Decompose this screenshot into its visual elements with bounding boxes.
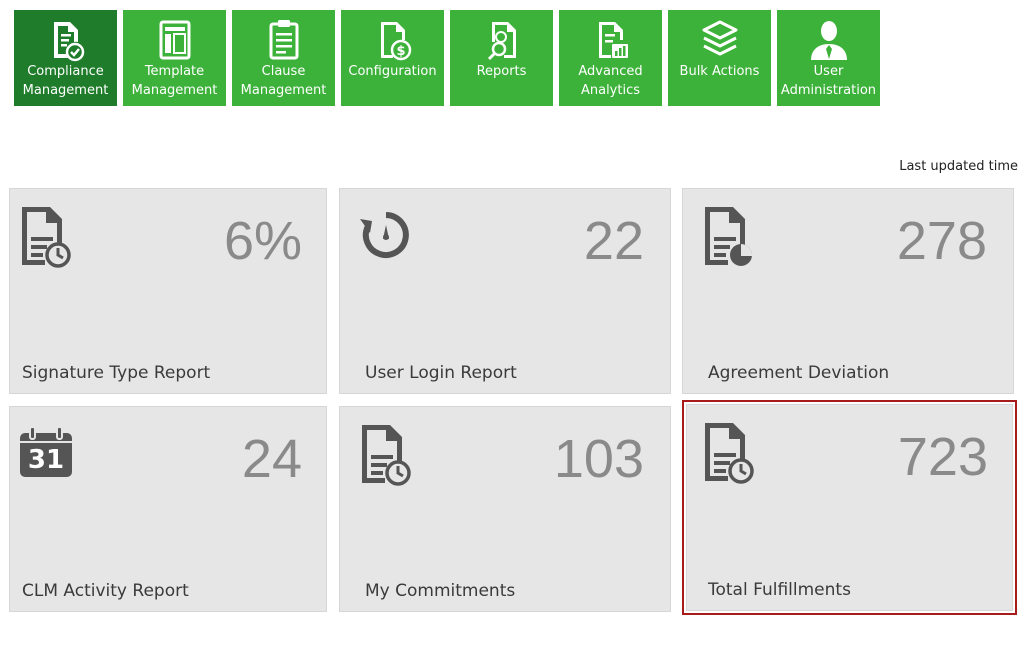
nav-label: Analytics	[580, 83, 641, 98]
nav-label: Management	[131, 83, 218, 98]
card-title: CLM Activity Report	[22, 581, 189, 601]
refresh-clock-icon	[358, 205, 414, 269]
nav-compliance-management[interactable]: Compliance Management	[14, 10, 117, 106]
card-signature-type-report[interactable]: 6% Signature Type Report	[9, 188, 327, 394]
svg-text:$: $	[396, 44, 405, 59]
user-icon	[809, 18, 849, 62]
template-icon	[155, 18, 195, 62]
nav-label: Compliance	[27, 64, 104, 79]
clipboard-icon	[264, 18, 304, 62]
nav-label: Configuration	[348, 64, 437, 79]
nav-configuration[interactable]: $ Configuration	[341, 10, 444, 106]
layers-icon	[700, 18, 740, 62]
card-total-fulfillments[interactable]: 723 Total Fulfillments	[682, 400, 1017, 615]
card-title: Agreement Deviation	[708, 363, 890, 383]
nav-label: Clause	[261, 64, 306, 79]
doc-chart-icon	[591, 18, 631, 62]
calendar-icon: 31	[18, 425, 74, 489]
nav-label: Reports	[476, 64, 527, 79]
card-value: 6%	[223, 211, 302, 271]
nav-template-management[interactable]: Template Management	[123, 10, 226, 106]
doc-pie-icon	[701, 205, 757, 269]
card-title: User Login Report	[365, 363, 517, 383]
nav-label: Management	[22, 83, 109, 98]
card-my-commitments[interactable]: 103 My Commitments	[339, 406, 671, 612]
calendar-day: 31	[27, 445, 65, 475]
nav-advanced-analytics[interactable]: Advanced Analytics	[559, 10, 662, 106]
nav-label: Management	[240, 83, 327, 98]
card-agreement-deviation[interactable]: 278 Agreement Deviation	[682, 188, 1014, 394]
nav-reports[interactable]: Reports	[450, 10, 553, 106]
doc-dollar-icon: $	[373, 18, 413, 62]
doc-clock-icon	[358, 423, 414, 487]
doc-clock-icon	[701, 421, 757, 485]
nav-label: User	[813, 64, 844, 79]
doc-check-icon	[46, 18, 86, 62]
nav-label: Bulk Actions	[679, 64, 760, 79]
card-title: My Commitments	[365, 581, 516, 601]
card-value: 22	[583, 211, 644, 271]
card-value: 24	[241, 429, 302, 489]
top-nav: Compliance Management Template Management …	[14, 10, 914, 106]
nav-user-administration[interactable]: User Administration	[777, 10, 880, 106]
nav-label: Advanced	[578, 64, 643, 79]
card-clm-activity-report[interactable]: 31 24 CLM Activity Report	[9, 406, 327, 612]
card-value: 723	[897, 427, 988, 487]
last-updated-label: Last updated time	[899, 159, 1018, 174]
nav-label: Administration	[780, 83, 877, 98]
card-title: Total Fulfillments	[708, 580, 851, 600]
nav-label: Template	[144, 64, 205, 79]
card-value: 103	[553, 429, 644, 489]
card-title: Signature Type Report	[22, 363, 211, 383]
nav-bulk-actions[interactable]: Bulk Actions	[668, 10, 771, 106]
card-user-login-report[interactable]: 22 User Login Report	[339, 188, 671, 394]
nav-clause-management[interactable]: Clause Management	[232, 10, 335, 106]
card-value: 278	[896, 211, 987, 271]
doc-clock-icon	[18, 205, 74, 269]
doc-search-icon	[482, 18, 522, 62]
